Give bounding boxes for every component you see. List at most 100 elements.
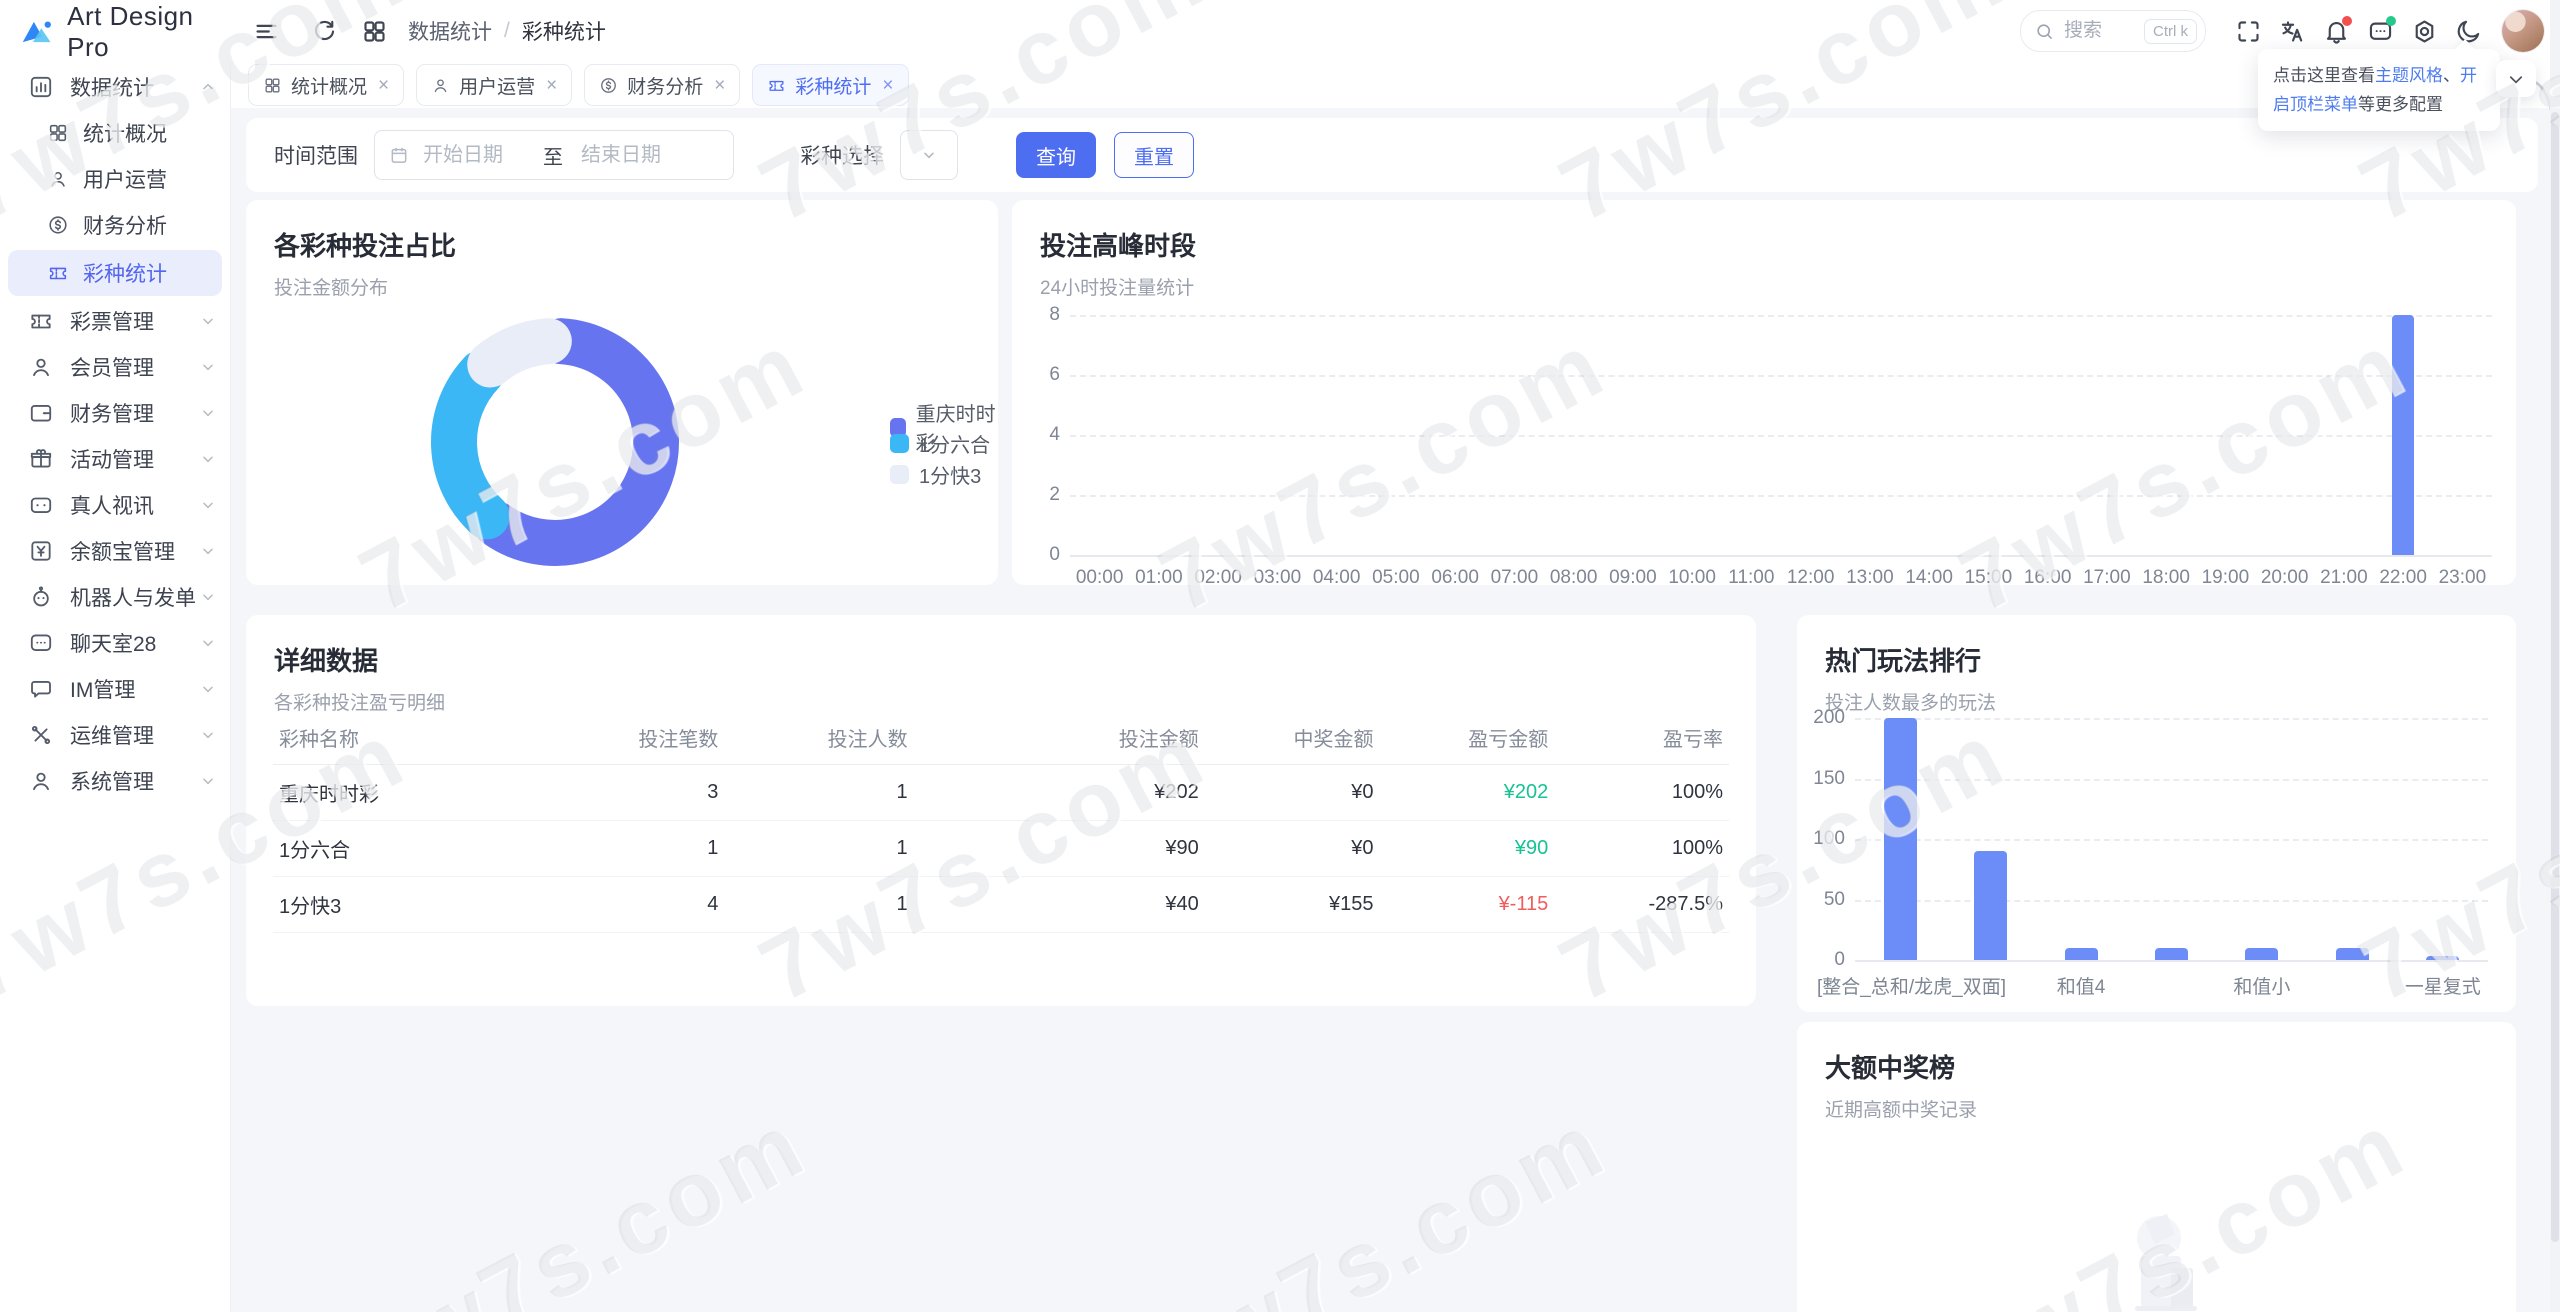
table-row-1分快3[interactable]: 1分快3 4 1 ¥40 ¥155 ¥-115 -287.5% [273,876,1729,933]
legend-item-1分六合[interactable]: 1分六合 [890,429,990,458]
y-axis-tick: 2 [1049,484,1060,505]
sidebar: Art Design Pro 数据统计 统计概况用户运营财务分析 彩种统计 彩票管理会… [0,0,231,1312]
donut-segment-1分快3 [467,318,572,388]
legend-item-1分快3[interactable]: 1分快3 [890,460,981,489]
app-window: Art Design Pro 数据统计 统计概况 用户运营 财务分析 彩种统计 彩票管理会… [0,0,2560,1312]
table-cell: ¥90 [1379,820,1555,877]
scrollbar-thumb[interactable] [2551,112,2559,1242]
x-axis-tick: 一星复式 [2404,977,2481,998]
x-axis-tick: 21:00 [2320,567,2368,588]
tab-彩种统计[interactable]: 彩种统计 × [752,64,909,106]
chevron-down-icon [2509,75,2523,84]
chevron-down-icon [203,318,213,325]
gridline [1070,315,2492,317]
sidebar-item-运维管理[interactable]: 运维管理 [0,712,230,758]
x-axis-tick: 00:00 [1075,567,1124,588]
sidebar-item-label: 聊天室28 [70,633,157,656]
end-date-input[interactable] [579,142,691,168]
sidebar-item-彩种统计[interactable]: 彩种统计 [8,250,222,296]
tab-财务分析[interactable]: 财务分析 × [584,64,741,106]
x-axis-tick: 10:00 [1668,567,1716,588]
x-axis-tick: 17:00 [2083,567,2131,588]
sidebar-item-财务分析[interactable]: 财务分析 [0,202,230,248]
hot-plays-card: 热门玩法排行 投注人数最多的玩法 200 150 100 50 0 [整合_总和/龙虎_双… [1797,615,2516,1012]
chevron-up-icon [203,83,213,90]
user-avatar[interactable] [2502,10,2544,52]
filter-card: 时间范围 至 彩种选择 查询 重置 [246,118,2538,192]
tab-close-icon[interactable]: × [882,76,893,95]
fullscreen-button[interactable] [2228,11,2268,51]
date-range-picker[interactable]: 至 [374,130,734,180]
settings-button[interactable] [2404,11,2444,51]
search-input[interactable] [2062,19,2124,43]
big-win-title: 大额中奖榜 [1825,1053,1956,1083]
sidebar-item-会员管理[interactable]: 会员管理 [0,344,230,390]
query-button[interactable]: 查询 [1016,132,1096,178]
sidebar-item-label: 财务管理 [70,403,154,426]
collapse-menu-button[interactable] [246,11,286,51]
table-row-1分六合[interactable]: 1分六合 1 1 ¥90 ¥0 ¥90 100% [273,820,1729,877]
reset-button[interactable]: 重置 [1114,132,1194,178]
chevron-down-icon [203,410,213,417]
chat-icon [30,634,52,651]
tooltip-text: 点击这里查看 [2273,66,2375,85]
tooltip-link[interactable]: 主题风格 [2375,66,2443,85]
bar-22:00 [2392,315,2415,555]
sidebar-item-数据统计[interactable]: 数据统计 [0,64,230,110]
x-axis-tick: 04:00 [1312,567,1361,588]
sidebar-item-财务管理[interactable]: 财务管理 [0,390,230,436]
sidebar-item-统计概况[interactable]: 统计概况 [0,110,230,156]
table-row-重庆时时彩[interactable]: 重庆时时彩 3 1 ¥202 ¥0 ¥202 100% [273,764,1729,821]
peak-hours-card: 投注高峰时段 24小时投注量统计 8 6 4 2 0 00:00 01:00 02:00 03:… [1012,200,2516,588]
start-date-input[interactable] [421,142,533,168]
top-header: 数据统计 / 彩种统计 Ctrl k [230,0,2560,62]
sidebar-item-聊天室28[interactable]: 聊天室28 [0,620,230,666]
search-icon [2037,23,2053,39]
empty-state-illustration [2135,1214,2197,1311]
breadcrumb-parent[interactable]: 数据统计 [408,16,492,46]
refresh-button[interactable] [304,11,344,51]
sidebar-item-label: 运维管理 [70,725,154,748]
global-search[interactable]: Ctrl k [2020,10,2206,52]
bet-share-card: 各彩种投注占比 投注金额分布 重庆时时彩 1分六合 1分快3 [246,200,998,585]
sidebar-item-label: 用户运营 [83,169,167,192]
sidebar-item-彩票管理[interactable]: 彩票管理 [0,298,230,344]
sidebar-item-系统管理[interactable]: 系统管理 [0,758,230,804]
sidebar-item-用户运营[interactable]: 用户运营 [0,156,230,202]
tab-close-icon[interactable]: × [378,76,389,95]
detail-table-title: 详细数据 [274,646,379,676]
sidebar-item-IM管理[interactable]: IM管理 [0,666,230,712]
tab-close-icon[interactable]: × [546,76,557,95]
table-cell: ¥-115 [1379,876,1555,933]
tab-用户运营[interactable]: 用户运营 × [416,64,573,106]
apps-grid-button[interactable] [354,11,394,51]
legend-label: 1分六合 [919,435,991,457]
sidebar-item-余额宝管理[interactable]: 余额宝管理 [0,528,230,574]
y-axis-tick: 200 [1813,707,1845,728]
y-axis-tick: 8 [1049,304,1060,325]
translate-button[interactable] [2272,11,2312,51]
lottery-select[interactable] [900,130,958,180]
gridline [1855,960,2488,962]
ticket-icon [49,267,67,280]
x-axis-tick: 07:00 [1490,567,1539,588]
grid-icon [265,77,280,93]
sidebar-item-机器人与发单[interactable]: 机器人与发单 [0,574,230,620]
detail-table-card: 详细数据 各彩种投注盈亏明细 彩种名称 投注笔数 投注人数 投注金额 中奖金额 盈亏金额盈… [246,615,1756,1006]
apps-grid-icon [363,20,385,42]
x-axis-tick: 16:00 [2023,567,2072,588]
x-axis-tick: 08:00 [1549,567,1598,588]
tab-close-icon[interactable]: × [714,76,725,95]
column-header-盈亏金额: 盈亏金额 [1379,711,1555,765]
logo[interactable]: Art Design Pro [0,0,230,64]
chevron-down-icon [203,502,213,509]
x-axis-tick: 03:00 [1253,567,1302,588]
tab-统计概况[interactable]: 统计概况 × [248,64,405,106]
tab-label: 用户运营 [459,76,536,98]
sidebar-item-真人视讯[interactable]: 真人视讯 [0,482,230,528]
legend-swatch [890,465,909,484]
search-shortcut-badge: Ctrl k [2144,18,2197,44]
sidebar-item-活动管理[interactable]: 活动管理 [0,436,230,482]
bar-chart-icon [30,76,52,98]
collapse-panel-button[interactable] [2496,60,2536,97]
